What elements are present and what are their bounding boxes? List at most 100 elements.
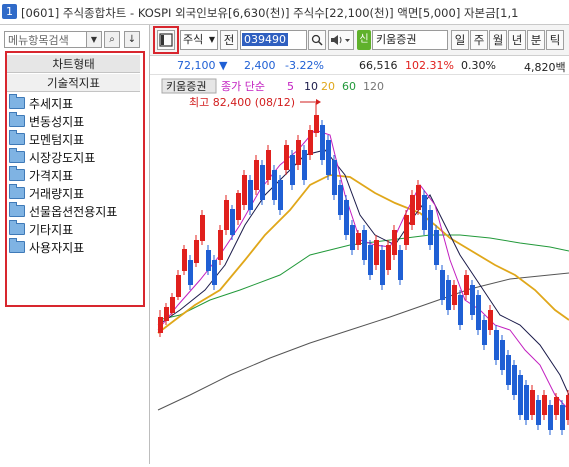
- candle: [422, 190, 427, 235]
- candle: [416, 180, 421, 215]
- tab-chart-type[interactable]: 차트형태: [7, 55, 140, 73]
- candle: [308, 125, 313, 160]
- tree-item-market-strength[interactable]: 시장강도지표: [9, 148, 137, 167]
- candle: [410, 190, 415, 230]
- period-tick-button[interactable]: 틱: [546, 30, 564, 50]
- volume-ratio: 102.31%: [405, 59, 454, 72]
- trade-amount: 4,820백: [524, 61, 566, 74]
- tree-item-momentum[interactable]: 모멘텀지표: [9, 130, 137, 149]
- candle: [224, 195, 229, 235]
- candle: [398, 245, 403, 285]
- panel-toggle-icon: [159, 33, 173, 47]
- candle: [428, 205, 433, 250]
- candle: [524, 380, 529, 425]
- candle: [368, 240, 373, 280]
- market-type-select[interactable]: 주식 ▼: [180, 30, 218, 50]
- candle: [434, 225, 439, 270]
- candle: [236, 190, 241, 225]
- tree-item-volume[interactable]: 거래량지표: [9, 184, 137, 203]
- window-title: [0601] 주식종합차트 - KOSPI 외국인보유[6,630(천)] 주식…: [21, 6, 519, 20]
- folder-icon: [9, 220, 25, 235]
- candle: [440, 265, 445, 305]
- tree-item-futures-options[interactable]: 선물옵션전용지표: [9, 202, 137, 221]
- folder-icon: [9, 166, 25, 181]
- tree-item-other[interactable]: 기타지표: [9, 220, 137, 239]
- candle: [266, 145, 271, 185]
- candle: [248, 175, 253, 215]
- period-month-button[interactable]: 월: [489, 30, 507, 50]
- candle: [200, 210, 205, 245]
- candle: [272, 165, 277, 205]
- indicator-tree: 추세지표 변동성지표 모멘텀지표 시장강도지표 가격지표 거래량지표 선물옵션전…: [9, 94, 137, 257]
- tree-item-user[interactable]: 사용자지표: [9, 238, 137, 257]
- candle: [296, 135, 301, 170]
- candle: [344, 195, 349, 240]
- price-down-icon: ▼: [219, 59, 228, 72]
- folder-icon: [9, 112, 25, 127]
- window-number-badge: 1: [2, 4, 17, 19]
- folder-icon: [9, 238, 25, 253]
- legend-ma60: 60: [342, 80, 356, 93]
- tab-technical-indicators[interactable]: 기술적지표: [7, 74, 140, 92]
- candle: [332, 155, 337, 200]
- candlestick-chart[interactable]: 키움증권 종가 단순 5 10 20 60 120 최고 82,400 (08/…: [150, 75, 569, 464]
- candle: [320, 120, 325, 165]
- period-day-button[interactable]: 일: [451, 30, 469, 50]
- chart-toolbar: 주식 ▼ 전 039490 신 키움증권 일 주 월 년 분 틱: [150, 25, 569, 56]
- menu-search-dropdown-button[interactable]: ▼: [86, 31, 102, 48]
- candle: [362, 225, 367, 265]
- candle: [500, 335, 505, 375]
- all-stocks-button[interactable]: 전: [220, 30, 238, 50]
- candle: [404, 210, 409, 250]
- trade-volume: 66,516: [359, 59, 398, 72]
- credit-badge: 신: [357, 30, 371, 50]
- period-minute-button[interactable]: 분: [527, 30, 545, 50]
- candle: [212, 255, 217, 290]
- candle: [560, 400, 565, 435]
- menu-search-button[interactable]: ⌕: [104, 31, 120, 48]
- price-chart[interactable]: 키움증권 종가 단순 5 10 20 60 120 최고 82,400 (08/…: [150, 75, 569, 464]
- search-icon: [311, 34, 323, 46]
- price-change: 2,400: [244, 59, 276, 72]
- candle: [386, 240, 391, 275]
- candle: [182, 245, 187, 275]
- candle: [536, 395, 541, 430]
- candle: [260, 160, 265, 205]
- tree-item-volatility[interactable]: 변동성지표: [9, 112, 137, 131]
- company-name-field[interactable]: 키움증권: [372, 30, 448, 50]
- folder-icon: [9, 148, 25, 163]
- period-week-button[interactable]: 주: [470, 30, 488, 50]
- stock-code-input[interactable]: 039490: [240, 30, 307, 50]
- folder-icon: [9, 184, 25, 199]
- candle: [512, 360, 517, 400]
- legend-ma120: 120: [363, 80, 384, 93]
- candle: [506, 350, 511, 390]
- speaker-icon: [331, 35, 350, 45]
- turnover-rate: 0.30%: [461, 59, 496, 72]
- candle: [338, 180, 343, 220]
- speaker-menu-button[interactable]: [328, 30, 354, 50]
- legend-company: 키움증권: [166, 80, 206, 93]
- candle: [458, 290, 463, 330]
- chevron-down-icon: ▼: [90, 35, 98, 44]
- folder-icon: [9, 130, 25, 145]
- candle: [284, 140, 289, 175]
- menu-move-down-button[interactable]: ↓: [124, 31, 140, 48]
- candle: [218, 225, 223, 265]
- candle: [254, 155, 259, 195]
- code-search-button[interactable]: [308, 30, 326, 50]
- candle: [482, 315, 487, 350]
- candle: [446, 275, 451, 315]
- tree-item-trend[interactable]: 추세지표: [9, 94, 137, 113]
- high-annotation: 최고 82,400 (08/12): [189, 96, 295, 109]
- candle: [392, 225, 397, 260]
- candle: [242, 170, 247, 210]
- chevron-down-icon: ▼: [208, 35, 215, 44]
- period-year-button[interactable]: 년: [508, 30, 526, 50]
- candle: [350, 220, 355, 255]
- current-price: 72,100: [177, 59, 216, 72]
- legend-ma5: 5: [287, 80, 294, 93]
- sidebar-toggle-button[interactable]: [157, 30, 175, 50]
- tree-item-price[interactable]: 가격지표: [9, 166, 137, 185]
- folder-icon: [9, 202, 25, 217]
